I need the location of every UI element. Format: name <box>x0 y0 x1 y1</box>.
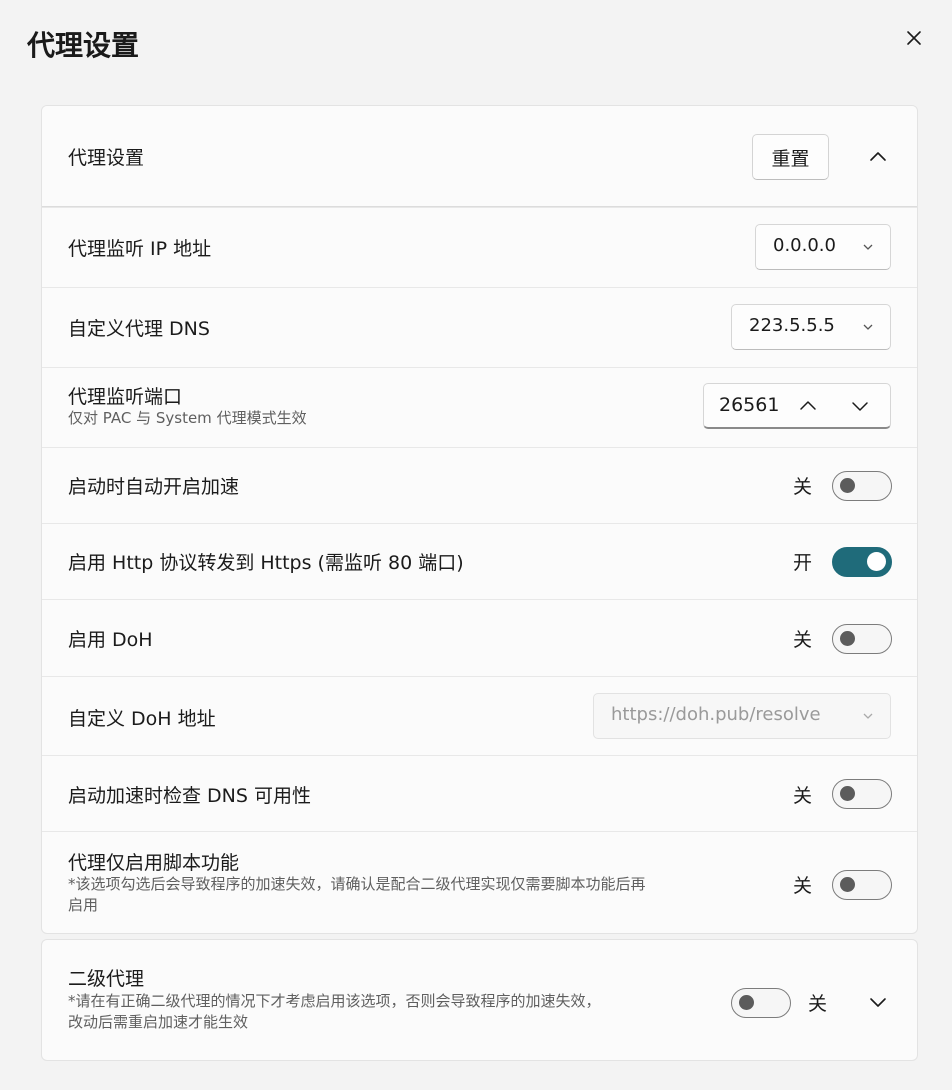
listen-ip-value: 0.0.0.0 <box>773 235 836 256</box>
http-to-https-state: 开 <box>793 552 813 574</box>
check-dns-label: 启动加速时检查 DNS 可用性 <box>68 785 311 807</box>
page-title: 代理设置 <box>27 29 140 62</box>
listen-port-value: 26561 <box>719 394 780 416</box>
listen-ip-select[interactable]: 0.0.0.0 <box>755 224 891 270</box>
custom-dns-label: 自定义代理 DNS <box>68 318 210 340</box>
secondary-proxy-toggle[interactable] <box>731 988 791 1018</box>
secondary-proxy-label: 二级代理 <box>68 968 145 990</box>
check-dns-toggle[interactable] <box>832 779 892 809</box>
close-icon <box>907 31 921 45</box>
chevron-down-icon[interactable] <box>848 394 872 418</box>
close-button[interactable] <box>898 22 930 54</box>
listen-port-stepper[interactable]: 26561 <box>703 383 891 429</box>
doh-state: 关 <box>793 629 813 651</box>
script-only-hint-line2: 启用 <box>68 896 99 914</box>
script-only-state: 关 <box>793 875 813 897</box>
script-only-label: 代理仅启用脚本功能 <box>68 852 240 874</box>
chevron-down-icon <box>863 713 873 719</box>
http-to-https-label: 启用 Http 协议转发到 Https (需监听 80 端口) <box>68 552 464 574</box>
auto-start-label: 启动时自动开启加速 <box>68 476 240 498</box>
doh-label: 启用 DoH <box>68 629 153 651</box>
chevron-down-icon[interactable] <box>867 991 889 1013</box>
auto-start-toggle[interactable] <box>832 471 892 501</box>
secondary-proxy-state: 关 <box>808 993 828 1015</box>
auto-start-state: 关 <box>793 476 813 498</box>
custom-doh-row: 自定义 DoH 地址 https://doh.pub/resolve <box>42 676 917 755</box>
custom-dns-row: 自定义代理 DNS 223.5.5.5 <box>42 287 917 367</box>
check-dns-row: 启动加速时检查 DNS 可用性 关 <box>42 755 917 831</box>
listen-port-row: 代理监听端口 仅对 PAC 与 System 代理模式生效 26561 <box>42 367 917 447</box>
doh-toggle[interactable] <box>832 624 892 654</box>
custom-doh-select[interactable]: https://doh.pub/resolve <box>593 693 891 739</box>
doh-row: 启用 DoH 关 <box>42 599 917 676</box>
chevron-up-icon[interactable] <box>796 394 820 418</box>
chevron-up-icon[interactable] <box>867 146 889 168</box>
listen-ip-row: 代理监听 IP 地址 0.0.0.0 <box>42 207 917 287</box>
secondary-proxy-hint-line2: 改动后需重启加速才能生效 <box>68 1013 249 1031</box>
script-only-toggle[interactable] <box>832 870 892 900</box>
proxy-panel-header[interactable]: 代理设置 重置 <box>42 106 917 207</box>
auto-start-row: 启动时自动开启加速 关 <box>42 447 917 523</box>
http-to-https-row: 启用 Http 协议转发到 Https (需监听 80 端口) 开 <box>42 523 917 599</box>
chevron-down-icon <box>863 324 873 330</box>
listen-ip-label: 代理监听 IP 地址 <box>68 238 212 260</box>
custom-doh-label: 自定义 DoH 地址 <box>68 708 216 730</box>
proxy-panel-title: 代理设置 <box>68 147 145 169</box>
check-dns-state: 关 <box>793 785 813 807</box>
listen-port-hint: 仅对 PAC 与 System 代理模式生效 <box>68 409 307 427</box>
reset-button[interactable]: 重置 <box>752 134 829 180</box>
secondary-proxy-hint-line1: *请在有正确二级代理的情况下才考虑启用该选项，否则会导致程序的加速失效， <box>68 992 601 1010</box>
script-only-hint-line1: *该选项勾选后会导致程序的加速失效，请确认是配合二级代理实现仅需要脚本功能后再 <box>68 875 646 893</box>
chevron-down-icon <box>863 244 873 250</box>
custom-dns-value: 223.5.5.5 <box>749 315 835 336</box>
listen-port-label: 代理监听端口 <box>68 386 183 408</box>
http-to-https-toggle[interactable] <box>832 547 892 577</box>
proxy-settings-panel: 代理设置 重置 代理监听 IP 地址 0.0.0.0 自定义代理 DNS 223… <box>41 105 918 934</box>
script-only-row: 代理仅启用脚本功能 *该选项勾选后会导致程序的加速失效，请确认是配合二级代理实现… <box>42 831 917 933</box>
secondary-proxy-panel[interactable]: 二级代理 *请在有正确二级代理的情况下才考虑启用该选项，否则会导致程序的加速失效… <box>41 939 918 1061</box>
custom-doh-placeholder: https://doh.pub/resolve <box>611 704 821 725</box>
custom-dns-select[interactable]: 223.5.5.5 <box>731 304 891 350</box>
